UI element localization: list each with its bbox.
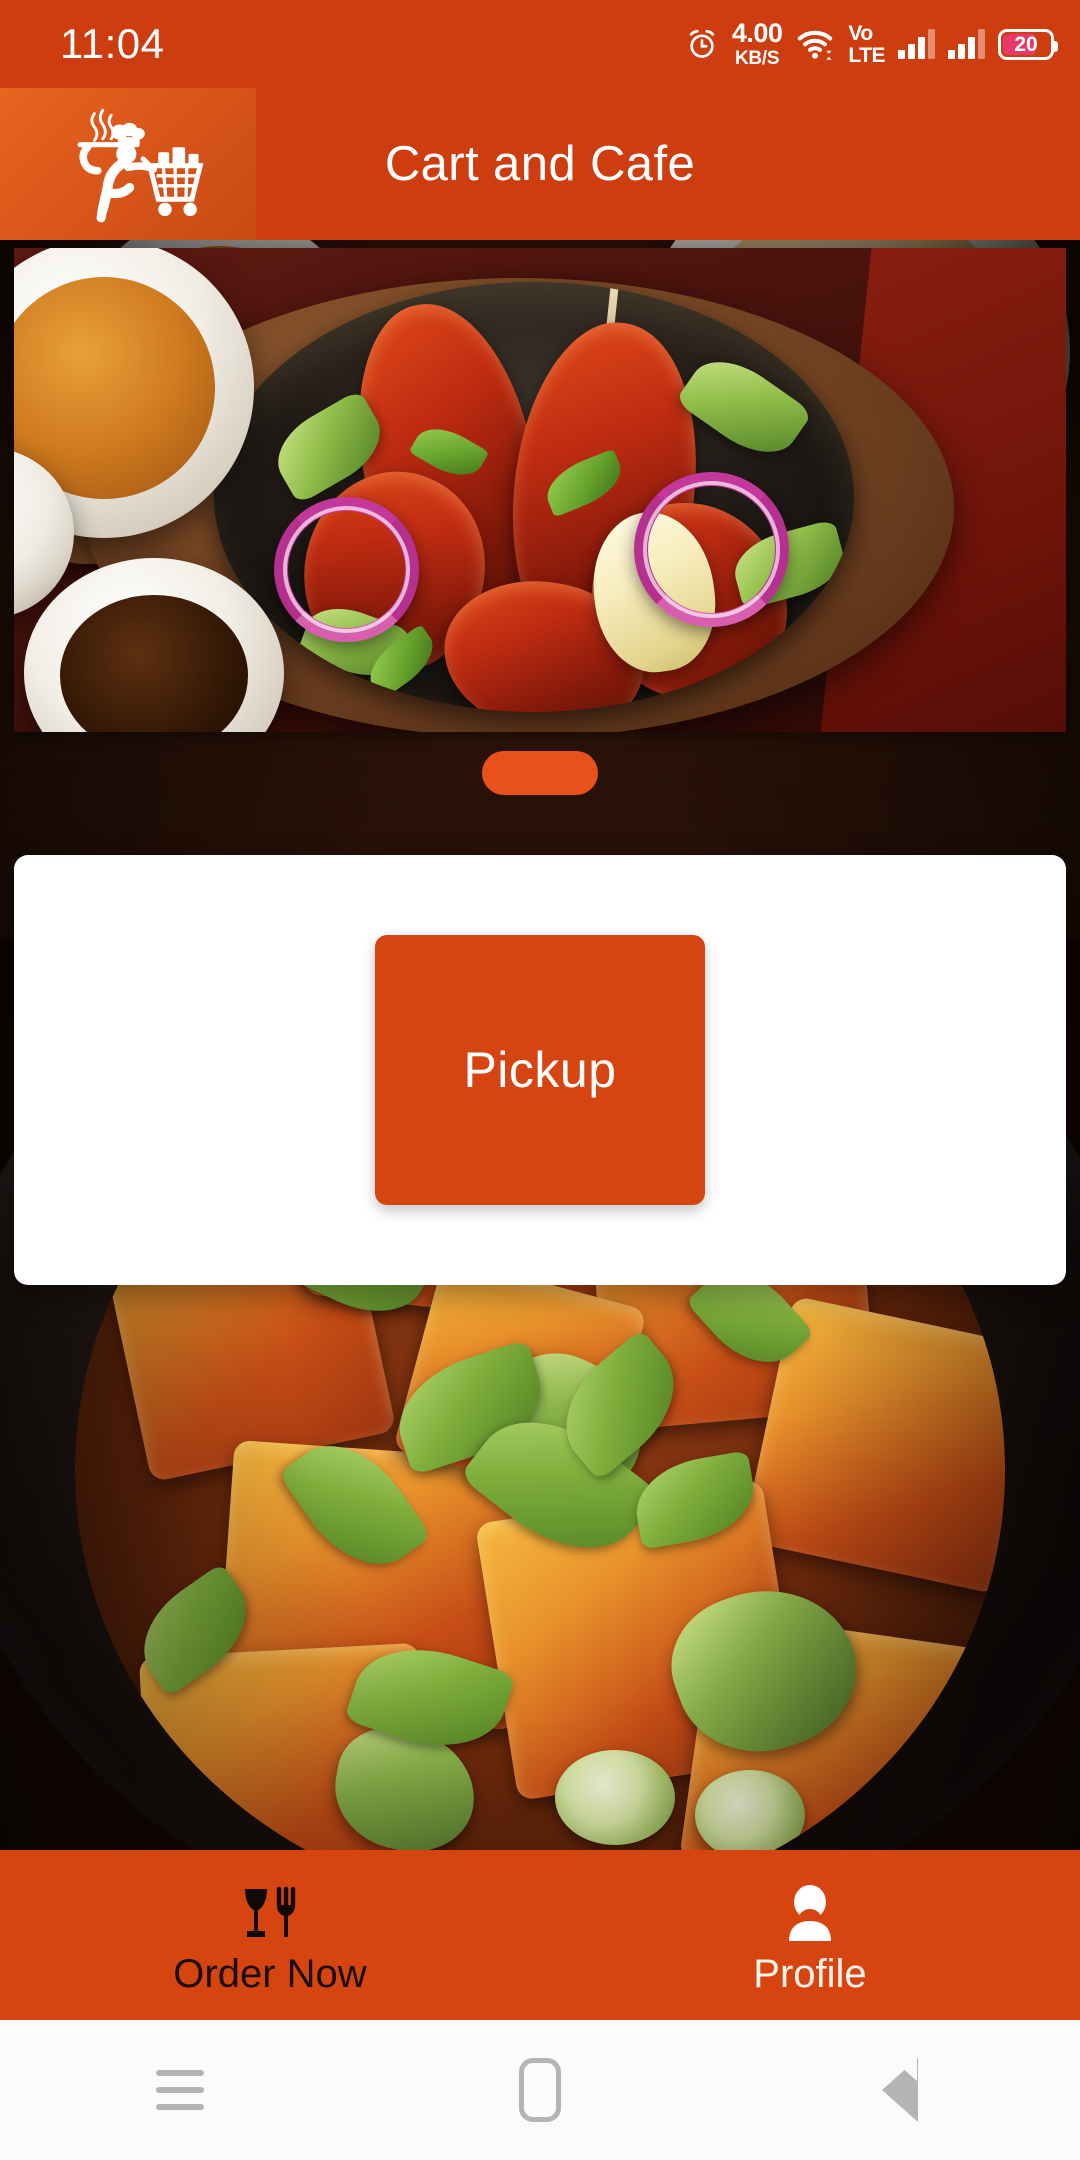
wine-glass-and-fork-icon [239,1884,301,1942]
tab-profile[interactable]: Profile [540,1850,1080,2020]
status-bar: 11:04 4.00 KB/S Vo LTE 20 [0,0,1080,88]
onion-ring [634,472,789,627]
app-bar: Cart and Cafe [0,88,1080,240]
recents-menu-icon [156,2070,204,2110]
wifi-icon [798,30,833,60]
cellular-signal-icon-sim1 [898,29,935,59]
nav-back-button[interactable] [800,2020,1000,2160]
alarm-clock-icon [689,29,715,58]
battery-percent-label: 20 [1014,32,1038,56]
home-pill-icon [519,2058,561,2122]
pickup-button[interactable]: Pickup [375,935,705,1205]
battery-icon: 20 [998,28,1058,60]
network-speed-value: 4.00 [731,18,783,48]
network-speed-unit: KB/S [735,48,780,69]
android-nav-bar [0,2020,1080,2160]
nav-home-button[interactable] [440,2020,640,2160]
status-clock: 11:04 [60,20,165,67]
tab-label-order-now: Order Now [173,1952,367,1996]
bottom-tab-bar: Order Now Profile [0,1850,1080,2020]
back-triangle-icon [882,2035,918,2122]
tab-label-profile: Profile [753,1952,867,1996]
tab-order-now[interactable]: Order Now [0,1850,540,2020]
food-image-carousel[interactable] [14,248,1066,732]
volte-line-1: Vo [848,21,873,45]
status-icons: 4.00 KB/S Vo LTE 20 [685,18,1058,69]
page-title: Cart and Cafe [384,137,696,191]
network-speed-indicator: 4.00 KB/S [731,18,783,69]
order-type-dialog: Pickup [14,855,1066,1285]
carousel-slide-image [14,248,1066,732]
cellular-signal-icon-sim2 [948,29,985,59]
person-icon [779,1884,841,1942]
volte-line-2: LTE [848,43,885,67]
carousel-page-indicator[interactable] [482,751,598,795]
nav-recents-button[interactable] [80,2020,280,2160]
onion-ring [274,497,419,642]
volte-indicator: Vo LTE [848,23,885,66]
phone-screen: Pickup 11:04 4.00 KB/S Vo LTE 20 Cart an… [0,0,1080,2160]
